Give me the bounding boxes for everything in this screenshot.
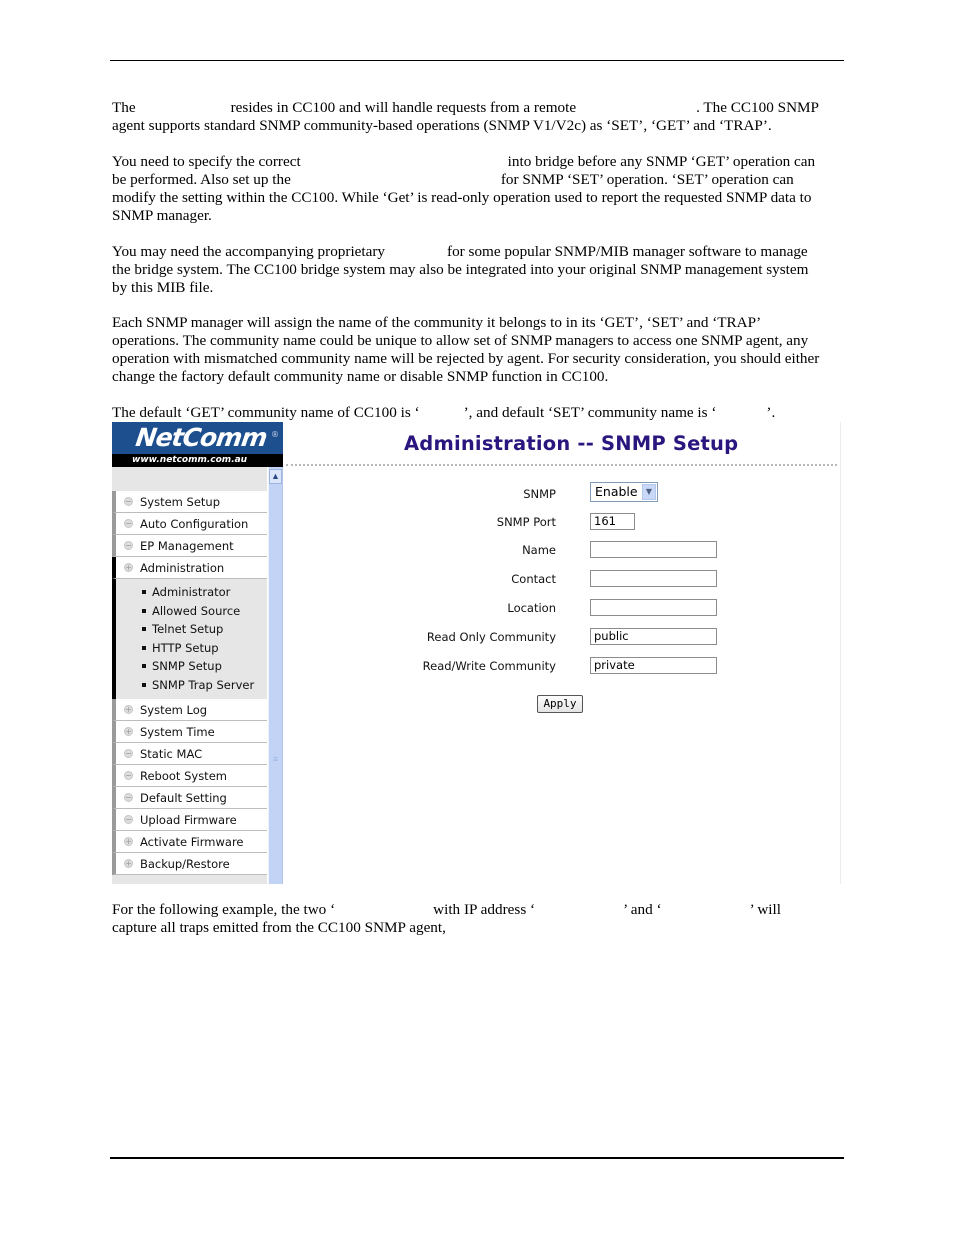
text-line: The resides in CC100 and will handle requ… — [112, 99, 819, 116]
contact-input[interactable] — [590, 570, 717, 587]
read-only-community-label: Read Only Community — [426, 630, 556, 644]
menu-item-default-setting[interactable]: − Default Setting — [112, 786, 267, 809]
snmp-row: SNMP Enable ▼ — [402, 482, 722, 505]
expand-icon: + — [124, 726, 133, 736]
text-line: Each SNMP manager will assign the name o… — [112, 314, 762, 331]
text-line: SNMP manager. — [112, 207, 212, 224]
menu-item-backup-restore[interactable]: + Backup/Restore — [112, 852, 267, 875]
registered-mark: ® — [271, 430, 279, 439]
snmp-port-label: SNMP Port — [496, 515, 556, 529]
text-line: modify the setting within the CC100. Whi… — [112, 189, 812, 206]
frame-edge — [840, 422, 841, 884]
paragraph-community-name: Each SNMP manager will assign the name o… — [112, 314, 844, 386]
location-input[interactable] — [590, 599, 717, 616]
menu-item-system-log[interactable]: + System Log — [112, 698, 267, 721]
collapse-icon: − — [124, 770, 133, 780]
bullet-icon — [142, 608, 146, 613]
collapse-icon: − — [124, 792, 133, 802]
paragraph-trap-example: For the following example, the two ‘with… — [112, 901, 844, 937]
paragraph-defaults: The default ‘GET’ community name of CC10… — [112, 404, 844, 422]
collapse-icon: − — [124, 748, 133, 758]
contact-label: Contact — [511, 572, 556, 586]
snmp-port-row: SNMP Port 161 — [402, 513, 722, 533]
text-line: operations. The community name could be … — [112, 332, 809, 349]
header-rule — [110, 60, 844, 61]
location-row: Location — [402, 599, 722, 619]
bullet-icon — [142, 645, 146, 650]
netcomm-logo: NetComm ® www.netcomm.com.au — [112, 422, 283, 467]
administration-submenu: Administrator Allowed Source Telnet Setu… — [112, 579, 267, 699]
submenu-item-snmp-trap-server[interactable]: SNMP Trap Server — [116, 676, 267, 695]
text-line: agent supports standard SNMP community-b… — [112, 117, 772, 134]
collapse-icon: − — [124, 814, 133, 824]
apply-button[interactable]: Apply — [537, 695, 583, 713]
text-line: be performed. Also set up the for SNMP ‘S… — [112, 171, 794, 188]
collapse-icon: − — [124, 497, 133, 506]
scroll-grip-icon[interactable]: ≡ — [272, 755, 279, 764]
submenu-item-http-setup[interactable]: HTTP Setup — [116, 639, 267, 658]
name-input[interactable] — [590, 541, 717, 558]
paragraph-community-setup: You need to specify the correct into brid… — [112, 153, 844, 225]
read-only-community-input[interactable]: public — [590, 628, 717, 645]
logo-brand: NetComm — [133, 423, 269, 452]
read-write-community-label: Read/Write Community — [422, 659, 556, 673]
submenu-item-snmp-setup[interactable]: SNMP Setup — [116, 657, 267, 676]
bullet-icon — [142, 682, 146, 687]
sidebar-header — [112, 467, 267, 491]
page-title: Administration -- SNMP Setup — [404, 432, 739, 455]
location-label: Location — [507, 601, 556, 615]
menu-item-system-time[interactable]: + System Time — [112, 720, 267, 743]
expand-icon: + — [124, 563, 133, 572]
menu-item-static-mac[interactable]: − Static MAC — [112, 742, 267, 765]
bullet-icon — [142, 627, 146, 632]
text-line: change the factory default community nam… — [112, 368, 609, 385]
read-write-community-input[interactable]: private — [590, 657, 717, 674]
read-write-community-row: Read/Write Community private — [402, 657, 722, 677]
menu-item-activate-firmware[interactable]: + Activate Firmware — [112, 830, 267, 853]
name-label: Name — [522, 543, 556, 557]
expand-icon: + — [124, 704, 133, 714]
read-only-community-row: Read Only Community public — [402, 628, 722, 648]
text-line: For the following example, the two ‘with… — [112, 901, 781, 918]
menu-item-upload-firmware[interactable]: − Upload Firmware — [112, 808, 267, 831]
collapse-icon: − — [124, 541, 133, 550]
text-line: by this MIB file. — [112, 279, 214, 296]
contact-row: Contact — [402, 570, 722, 590]
name-row: Name — [402, 541, 722, 561]
paragraph-mib-file: You may need the accompanying proprietar… — [112, 243, 844, 297]
menu-item-administration[interactable]: + Administration — [112, 557, 267, 579]
submenu-item-allowed-source[interactable]: Allowed Source — [116, 602, 267, 621]
chevron-down-icon: ▼ — [642, 484, 656, 500]
collapse-icon: − — [124, 519, 133, 528]
scroll-up-icon[interactable]: ▲ — [269, 469, 282, 484]
menu-item-ep-management[interactable]: − EP Management — [112, 535, 267, 557]
text-line: the bridge system. The CC100 bridge syst… — [112, 261, 809, 278]
logo-url: www.netcomm.com.au — [112, 454, 283, 467]
bullet-icon — [142, 590, 146, 594]
snmp-enable-select[interactable]: Enable ▼ — [590, 482, 658, 502]
text-line: You need to specify the correct into brid… — [112, 153, 816, 170]
snmp-port-input[interactable]: 161 — [590, 513, 635, 530]
menu-item-auto-configuration[interactable]: − Auto Configuration — [112, 513, 267, 535]
paragraph-snmp-agent: The resides in CC100 and will handle requ… — [112, 99, 844, 135]
sidebar-scrollbar[interactable]: ▲ ≡ — [268, 467, 283, 884]
text-line: You may need the accompanying proprietar… — [112, 243, 808, 260]
sidebar-menu: − System Setup − Auto Configuration − EP Ma… — [112, 467, 267, 884]
bullet-icon — [142, 664, 146, 669]
text-line: operation with mismatched community name… — [112, 350, 820, 367]
snmp-setup-screenshot: NetComm ® www.netcomm.com.au − System Set… — [112, 422, 842, 884]
text-line: The default ‘GET’ community name of CC10… — [112, 404, 776, 421]
menu-item-reboot-system[interactable]: − Reboot System — [112, 764, 267, 787]
expand-icon: + — [124, 836, 133, 846]
text-line: capture all traps emitted from the CC100… — [112, 919, 446, 936]
snmp-label: SNMP — [523, 487, 556, 501]
title-divider — [286, 464, 837, 466]
expand-icon: + — [124, 858, 133, 868]
submenu-item-telnet-setup[interactable]: Telnet Setup — [116, 620, 267, 639]
footer-rule — [110, 1157, 844, 1159]
submenu-item-administrator[interactable]: Administrator — [116, 583, 267, 602]
menu-item-system-setup[interactable]: − System Setup — [112, 491, 267, 513]
